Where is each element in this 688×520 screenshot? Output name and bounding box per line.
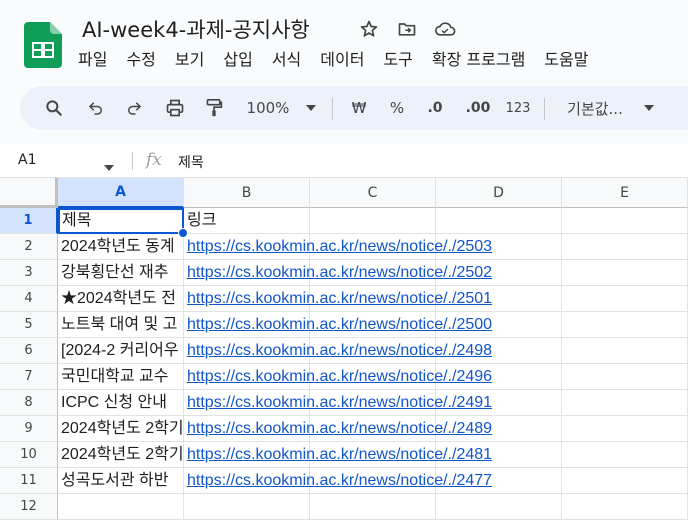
cell-b11-link[interactable]: https://cs.kookmin.ac.kr/news/notice/./2… bbox=[184, 468, 560, 494]
increase-decimal-label: .00 bbox=[465, 100, 491, 116]
select-all-corner[interactable] bbox=[0, 178, 58, 208]
fx-icon: fx bbox=[146, 150, 162, 170]
menu-format[interactable]: 서식 bbox=[272, 46, 301, 70]
cell-a11[interactable]: 성곡도서관 하반 bbox=[58, 468, 184, 494]
row-header-5[interactable]: 5 bbox=[0, 312, 58, 338]
row-header-7[interactable]: 7 bbox=[0, 364, 58, 390]
row-header-4[interactable]: 4 bbox=[0, 286, 58, 312]
cell-b3-link[interactable]: https://cs.kookmin.ac.kr/news/notice/./2… bbox=[184, 260, 560, 286]
cell-a6[interactable]: [2024-2 커리어우 bbox=[58, 338, 184, 364]
zoom-dropdown-icon[interactable] bbox=[300, 86, 322, 130]
redo-icon[interactable] bbox=[118, 86, 150, 130]
menu-file[interactable]: 파일 bbox=[78, 46, 107, 70]
number-format-button[interactable]: 123 bbox=[502, 86, 534, 130]
cell-a7[interactable]: 국민대학교 교수 bbox=[58, 364, 184, 390]
cell-b9-link[interactable]: https://cs.kookmin.ac.kr/news/notice/./2… bbox=[184, 416, 560, 442]
column-header-e[interactable]: E bbox=[562, 178, 688, 208]
cell-b1[interactable]: 링크 bbox=[184, 208, 310, 234]
menu-edit[interactable]: 수정 bbox=[126, 46, 155, 70]
move-folder-icon[interactable] bbox=[394, 16, 420, 42]
menu-help[interactable]: 도움말 bbox=[544, 46, 588, 70]
title-bar: AI-week4-과제-공지사항 파일 수정 보기 삽입 서식 데이터 도구 확… bbox=[0, 0, 688, 78]
cell-a8[interactable]: ICPC 신청 안내 bbox=[58, 390, 184, 416]
percent-format-button[interactable]: % bbox=[384, 86, 410, 130]
sheets-logo-icon[interactable] bbox=[24, 22, 62, 68]
row-header-6[interactable]: 6 bbox=[0, 338, 58, 364]
column-header-a[interactable]: A bbox=[58, 178, 184, 208]
toolbar: 100% ₩ % .0 .00 123 기본값... bbox=[20, 86, 688, 130]
formula-input[interactable]: 제목 bbox=[178, 152, 204, 172]
cell-b7-link[interactable]: https://cs.kookmin.ac.kr/news/notice/./2… bbox=[184, 364, 560, 390]
fill-handle[interactable] bbox=[178, 228, 188, 238]
document-title[interactable]: AI-week4-과제-공지사항 bbox=[82, 14, 310, 44]
column-header-b[interactable]: B bbox=[184, 178, 310, 208]
row-header-10[interactable]: 10 bbox=[0, 442, 58, 468]
cell-a1[interactable]: 제목 bbox=[58, 208, 184, 234]
row-header-1[interactable]: 1 bbox=[0, 208, 58, 234]
paint-format-icon[interactable] bbox=[198, 86, 230, 130]
zoom-value[interactable]: 100% bbox=[240, 86, 296, 130]
column-header-c[interactable]: C bbox=[310, 178, 436, 208]
print-icon[interactable] bbox=[158, 86, 192, 130]
menu-data[interactable]: 데이터 bbox=[320, 46, 364, 70]
column-header-d[interactable]: D bbox=[436, 178, 562, 208]
cell-a12[interactable] bbox=[58, 494, 184, 520]
cell-b4-link[interactable]: https://cs.kookmin.ac.kr/news/notice/./2… bbox=[184, 286, 560, 312]
name-box-dropdown-icon[interactable] bbox=[104, 156, 114, 175]
menu-view[interactable]: 보기 bbox=[175, 46, 204, 70]
search-menus-icon[interactable] bbox=[36, 86, 72, 130]
row-header-3[interactable]: 3 bbox=[0, 260, 58, 286]
name-box[interactable]: A1 bbox=[18, 152, 36, 168]
row-header-9[interactable]: 9 bbox=[0, 416, 58, 442]
cloud-saved-icon[interactable] bbox=[432, 16, 458, 42]
cell-a3[interactable]: 강북횡단선 재추 bbox=[58, 260, 184, 286]
undo-icon[interactable] bbox=[80, 86, 112, 130]
cell-a5[interactable]: 노트북 대여 및 고 bbox=[58, 312, 184, 338]
menu-bar: 파일 수정 보기 삽입 서식 데이터 도구 확장 프로그램 도움말 bbox=[78, 46, 607, 70]
cell-b2-link[interactable]: https://cs.kookmin.ac.kr/news/notice/./2… bbox=[184, 234, 560, 260]
row-header-12[interactable]: 12 bbox=[0, 494, 58, 520]
row-header-8[interactable]: 8 bbox=[0, 390, 58, 416]
cell-b8-link[interactable]: https://cs.kookmin.ac.kr/news/notice/./2… bbox=[184, 390, 560, 416]
decrease-decimal-button[interactable]: .0 bbox=[420, 86, 450, 130]
cell-a4[interactable]: ★2024학년도 전 bbox=[58, 286, 184, 312]
cell-b5-link[interactable]: https://cs.kookmin.ac.kr/news/notice/./2… bbox=[184, 312, 560, 338]
menu-extensions[interactable]: 확장 프로그램 bbox=[432, 46, 525, 70]
decrease-decimal-label: .0 bbox=[427, 100, 443, 116]
row-header-11[interactable]: 11 bbox=[0, 468, 58, 494]
currency-format-button[interactable]: ₩ bbox=[344, 86, 374, 130]
menu-tools[interactable]: 도구 bbox=[383, 46, 412, 70]
toolbar-divider bbox=[332, 98, 333, 120]
row-header-2[interactable]: 2 bbox=[0, 234, 58, 260]
cell-a9[interactable]: 2024학년도 2학기 bbox=[58, 416, 184, 442]
toolbar-divider bbox=[544, 98, 545, 120]
star-icon[interactable] bbox=[356, 16, 382, 42]
font-family-select[interactable]: 기본값... bbox=[560, 86, 630, 130]
spreadsheet-grid[interactable]: A B C D E 1 2 3 4 5 6 7 8 9 10 11 12 제목 … bbox=[0, 178, 688, 520]
formula-bar: A1 fx 제목 bbox=[0, 144, 688, 178]
cell-a2[interactable]: 2024학년도 동계 bbox=[58, 234, 184, 260]
menu-insert[interactable]: 삽입 bbox=[223, 46, 252, 70]
increase-decimal-button[interactable]: .00 bbox=[460, 86, 496, 130]
cell-b10-link[interactable]: https://cs.kookmin.ac.kr/news/notice/./2… bbox=[184, 442, 560, 468]
cell-a10[interactable]: 2024학년도 2학기 bbox=[58, 442, 184, 468]
cell-b6-link[interactable]: https://cs.kookmin.ac.kr/news/notice/./2… bbox=[184, 338, 560, 364]
formula-divider bbox=[132, 152, 133, 170]
font-dropdown-icon[interactable] bbox=[638, 86, 660, 130]
